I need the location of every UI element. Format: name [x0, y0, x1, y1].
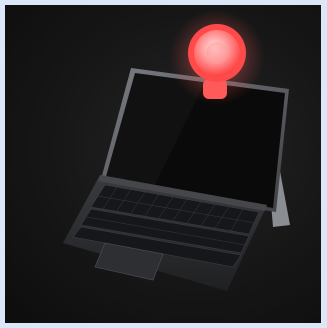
- ring-light-clip: [203, 79, 227, 99]
- product-photo: [5, 5, 321, 323]
- image-frame: [0, 0, 327, 328]
- ring-light-inner: [206, 42, 228, 64]
- tablet-ring-light-illustration: [63, 9, 290, 291]
